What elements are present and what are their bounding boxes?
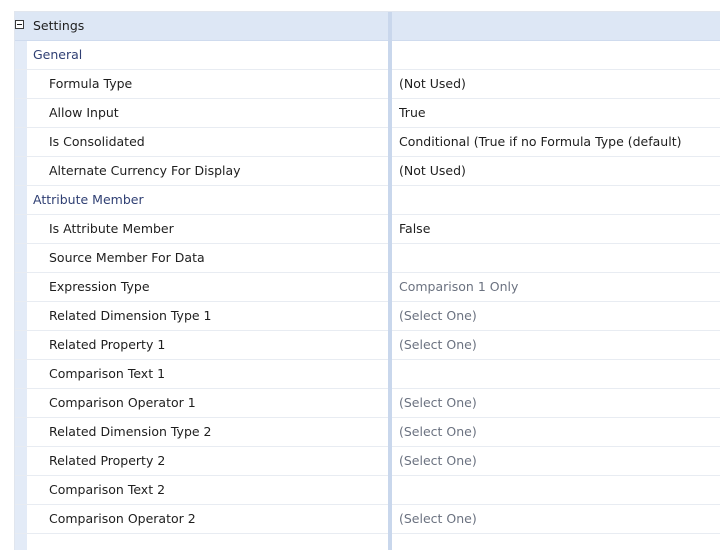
- property-row-source-member[interactable]: Source Member For Data: [15, 244, 720, 273]
- property-row-is-consolidated[interactable]: Is Consolidated Conditional (True if no …: [15, 128, 720, 157]
- category-label: General: [33, 47, 83, 62]
- property-value[interactable]: False: [399, 215, 720, 243]
- property-name: Related Dimension Type 2: [49, 424, 212, 439]
- property-row-comparison-operator-1[interactable]: Comparison Operator 1 (Select One): [15, 389, 720, 418]
- property-value[interactable]: (Select One): [399, 505, 720, 533]
- property-row-expression-type[interactable]: Expression Type Comparison 1 Only: [15, 273, 720, 302]
- property-row-related-property-2[interactable]: Related Property 2 (Select One): [15, 447, 720, 476]
- property-value[interactable]: [399, 244, 720, 272]
- property-value[interactable]: Conditional (True if no Formula Type (de…: [399, 128, 720, 156]
- property-value[interactable]: (Select One): [399, 418, 720, 446]
- property-name: Comparison Text 2: [49, 482, 166, 497]
- property-row-is-attribute-member[interactable]: Is Attribute Member False: [15, 215, 720, 244]
- property-grid-window: Settings General Formula Type (Not Used)…: [0, 0, 720, 550]
- property-name: Comparison Operator 2: [49, 511, 196, 526]
- property-value[interactable]: (Select One): [399, 302, 720, 330]
- property-row-comparison-operator-2[interactable]: Comparison Operator 2 (Select One): [15, 505, 720, 534]
- column-splitter[interactable]: [388, 12, 392, 550]
- property-value[interactable]: True: [399, 99, 720, 127]
- property-name: Related Property 1: [49, 337, 166, 352]
- property-name: Source Member For Data: [49, 250, 205, 265]
- property-row-allow-input[interactable]: Allow Input True: [15, 99, 720, 128]
- property-row-comparison-text-2[interactable]: Comparison Text 2: [15, 476, 720, 505]
- category-general[interactable]: General: [15, 41, 720, 70]
- property-grid: Settings General Formula Type (Not Used)…: [14, 11, 720, 550]
- property-value[interactable]: (Select One): [399, 331, 720, 359]
- property-name: Formula Type: [49, 76, 133, 91]
- property-row-related-dimension-type-2[interactable]: Related Dimension Type 2 (Select One): [15, 418, 720, 447]
- property-name: Is Attribute Member: [49, 221, 174, 236]
- property-name: Allow Input: [49, 105, 119, 120]
- settings-category-header[interactable]: Settings: [15, 12, 720, 41]
- property-name: Is Consolidated: [49, 134, 145, 149]
- category-attribute-member[interactable]: Attribute Member: [15, 186, 720, 215]
- property-row-related-dimension-type-1[interactable]: Related Dimension Type 1 (Select One): [15, 302, 720, 331]
- property-row-alternate-currency[interactable]: Alternate Currency For Display (Not Used…: [15, 157, 720, 186]
- property-value[interactable]: (Not Used): [399, 70, 720, 98]
- property-value[interactable]: [399, 476, 720, 504]
- property-name: Related Dimension Type 1: [49, 308, 212, 323]
- property-name: Related Property 2: [49, 453, 166, 468]
- property-value[interactable]: (Select One): [399, 389, 720, 417]
- property-name: Alternate Currency For Display: [49, 163, 241, 178]
- property-row-formula-type[interactable]: Formula Type (Not Used): [15, 70, 720, 99]
- property-value[interactable]: (Select One): [399, 447, 720, 475]
- property-value[interactable]: (Not Used): [399, 157, 720, 185]
- property-row-comparison-text-1[interactable]: Comparison Text 1: [15, 360, 720, 389]
- property-name: Comparison Text 1: [49, 366, 166, 381]
- property-value[interactable]: Comparison 1 Only: [399, 273, 720, 301]
- settings-title: Settings: [33, 18, 85, 33]
- property-value[interactable]: [399, 360, 720, 388]
- property-row-related-property-1[interactable]: Related Property 1 (Select One): [15, 331, 720, 360]
- property-name: Comparison Operator 1: [49, 395, 196, 410]
- collapse-icon[interactable]: [15, 20, 24, 29]
- category-label: Attribute Member: [33, 192, 144, 207]
- property-name: Expression Type: [49, 279, 150, 294]
